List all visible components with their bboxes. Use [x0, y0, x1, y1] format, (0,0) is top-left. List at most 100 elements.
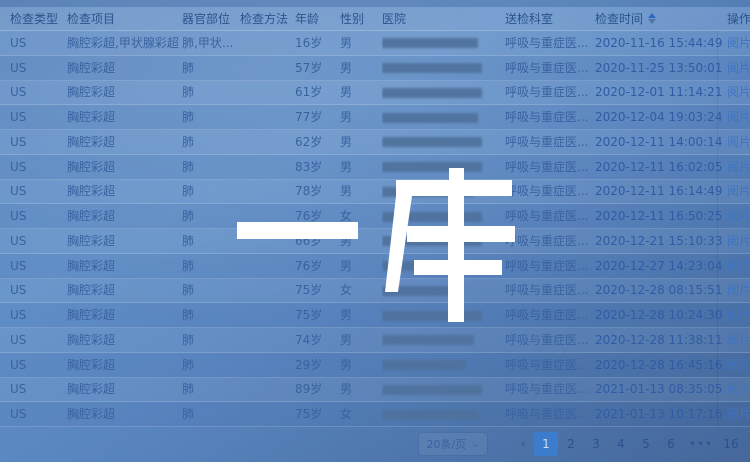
- table-row: US 胸腔彩超 肺 74岁 男 呼吸与重症医... 2020-12-28 11:…: [0, 328, 750, 353]
- page-button-3[interactable]: 3: [584, 432, 608, 456]
- col-header-exam-time[interactable]: 检查时间: [595, 10, 727, 27]
- cell-age: 75岁: [295, 278, 340, 302]
- view-film-link[interactable]: 阅片: [727, 283, 750, 297]
- cell-organ-part: 肺: [182, 303, 240, 327]
- cell-age: 76岁: [295, 204, 340, 228]
- page-button-6[interactable]: 6: [659, 432, 683, 456]
- view-film-link[interactable]: 阅片: [727, 234, 750, 248]
- cell-exam-item: 胸腔彩超: [67, 353, 182, 377]
- view-film-link[interactable]: 阅片: [727, 308, 750, 322]
- hospital-redacted-bar: [382, 360, 466, 370]
- cell-gender: 男: [340, 377, 382, 401]
- cell-hospital: [382, 56, 505, 80]
- cell-exam-item: 胸腔彩超,甲状腺彩超: [67, 31, 182, 55]
- table-row: US 胸腔彩超 肺 61岁 男 呼吸与重症医... 2020-12-01 11:…: [0, 81, 750, 106]
- cell-exam-type: US: [10, 303, 67, 327]
- col-header-actions: 操作: [727, 10, 750, 27]
- cell-department: 呼吸与重症医...: [505, 353, 595, 377]
- view-film-link[interactable]: 阅片: [727, 61, 750, 75]
- prev-page-button[interactable]: ‹: [514, 437, 532, 452]
- hospital-redacted-bar: [382, 162, 482, 172]
- cell-gender: 女: [340, 278, 382, 302]
- cell-exam-type: US: [10, 402, 67, 426]
- hospital-redacted-bar: [382, 311, 482, 321]
- cell-organ-part: 肺,甲状...: [182, 31, 240, 55]
- view-film-link[interactable]: 阅片: [727, 407, 750, 421]
- hospital-redacted-bar: [382, 286, 454, 296]
- view-film-link[interactable]: 阅片: [727, 36, 750, 50]
- cell-gender: 男: [340, 56, 382, 80]
- table-row: US 胸腔彩超,甲状腺彩超 肺,甲状... 16岁 男 呼吸与重症医... 20…: [0, 31, 750, 56]
- cell-hospital: [382, 377, 505, 401]
- cell-organ-part: 肺: [182, 278, 240, 302]
- view-film-link[interactable]: 阅片: [727, 333, 750, 347]
- hospital-redacted-bar: [382, 236, 482, 246]
- cell-exam-item: 胸腔彩超: [67, 155, 182, 179]
- cell-hospital: [382, 229, 505, 253]
- cell-exam-time: 2020-11-16 15:44:49: [595, 31, 727, 55]
- cell-department: 呼吸与重症医...: [505, 303, 595, 327]
- cell-gender: 男: [340, 105, 382, 129]
- cell-department: 呼吸与重症医...: [505, 204, 595, 228]
- table-row: US 胸腔彩超 肺 89岁 男 呼吸与重症医... 2021-01-13 08:…: [0, 378, 750, 403]
- col-header-age: 年龄: [295, 10, 340, 27]
- page-ellipsis[interactable]: •••: [684, 432, 718, 456]
- page-size-select[interactable]: 20条/页 ⌄: [418, 432, 488, 456]
- cell-age: 89岁: [295, 377, 340, 401]
- cell-age: 29岁: [295, 353, 340, 377]
- cell-hospital: [382, 105, 505, 129]
- col-header-organ-part: 器官部位: [182, 10, 240, 27]
- table-row: US 胸腔彩超 肺 78岁 男 呼吸与重症医... 2020-12-11 16:…: [0, 180, 750, 205]
- hospital-redacted-bar: [382, 335, 474, 345]
- chevron-down-icon: ⌄: [471, 440, 479, 449]
- cell-exam-time: 2020-12-28 10:24:30: [595, 303, 727, 327]
- view-film-link[interactable]: 阅片: [727, 85, 750, 99]
- cell-exam-type: US: [10, 353, 67, 377]
- cell-hospital: [382, 179, 505, 203]
- cell-hospital: [382, 80, 505, 104]
- hospital-redacted-bar: [382, 88, 482, 98]
- table-row: US 胸腔彩超 肺 29岁 男 呼吸与重症医... 2020-12-28 16:…: [0, 353, 750, 378]
- col-header-gender: 性别: [340, 10, 382, 27]
- view-film-link[interactable]: 阅片: [727, 160, 750, 174]
- view-film-link[interactable]: 阅片: [727, 358, 750, 372]
- hospital-redacted-bar: [382, 212, 482, 222]
- cell-organ-part: 肺: [182, 402, 240, 426]
- page-button-2[interactable]: 2: [559, 432, 583, 456]
- col-header-department: 送检科室: [505, 10, 595, 27]
- cell-exam-type: US: [10, 254, 67, 278]
- table-row: US 胸腔彩超 肺 57岁 男 呼吸与重症医... 2020-11-25 13:…: [0, 56, 750, 81]
- page-button-1[interactable]: 1: [534, 432, 558, 456]
- table-header: 检查类型 检查项目 器官部位 检查方法 年龄 性别 医院 送检科室 检查时间 操…: [0, 7, 750, 31]
- cell-organ-part: 肺: [182, 204, 240, 228]
- cell-gender: 男: [340, 80, 382, 104]
- table-row: US 胸腔彩超 肺 76岁 男 呼吸与重症医... 2020-12-27 14:…: [0, 254, 750, 279]
- sort-caret-icon[interactable]: [648, 13, 656, 24]
- view-film-link[interactable]: 阅片: [727, 259, 750, 273]
- cell-gender: 女: [340, 204, 382, 228]
- view-film-link[interactable]: 阅片: [727, 209, 750, 223]
- hospital-redacted-bar: [382, 261, 478, 271]
- cell-exam-time: 2020-12-21 15:10:33: [595, 229, 727, 253]
- page-button-4[interactable]: 4: [609, 432, 633, 456]
- cell-exam-time: 2020-12-28 08:15:51: [595, 278, 727, 302]
- cell-department: 呼吸与重症医...: [505, 155, 595, 179]
- cell-gender: 男: [340, 353, 382, 377]
- cell-exam-item: 胸腔彩超: [67, 278, 182, 302]
- view-film-link[interactable]: 阅片: [727, 184, 750, 198]
- page-button-5[interactable]: 5: [634, 432, 658, 456]
- cell-department: 呼吸与重症医...: [505, 377, 595, 401]
- hospital-redacted-bar: [382, 410, 478, 420]
- view-film-link[interactable]: 阅片: [727, 110, 750, 124]
- view-film-link[interactable]: 阅片: [727, 135, 750, 149]
- cell-exam-type: US: [10, 56, 67, 80]
- cell-organ-part: 肺: [182, 254, 240, 278]
- cell-department: 呼吸与重症医...: [505, 328, 595, 352]
- cell-exam-type: US: [10, 377, 67, 401]
- cell-hospital: [382, 353, 505, 377]
- cell-age: 62岁: [295, 130, 340, 154]
- view-film-link[interactable]: 阅片: [727, 382, 750, 396]
- cell-hospital: [382, 303, 505, 327]
- cell-gender: 男: [340, 303, 382, 327]
- page-button-16[interactable]: 16: [719, 432, 743, 456]
